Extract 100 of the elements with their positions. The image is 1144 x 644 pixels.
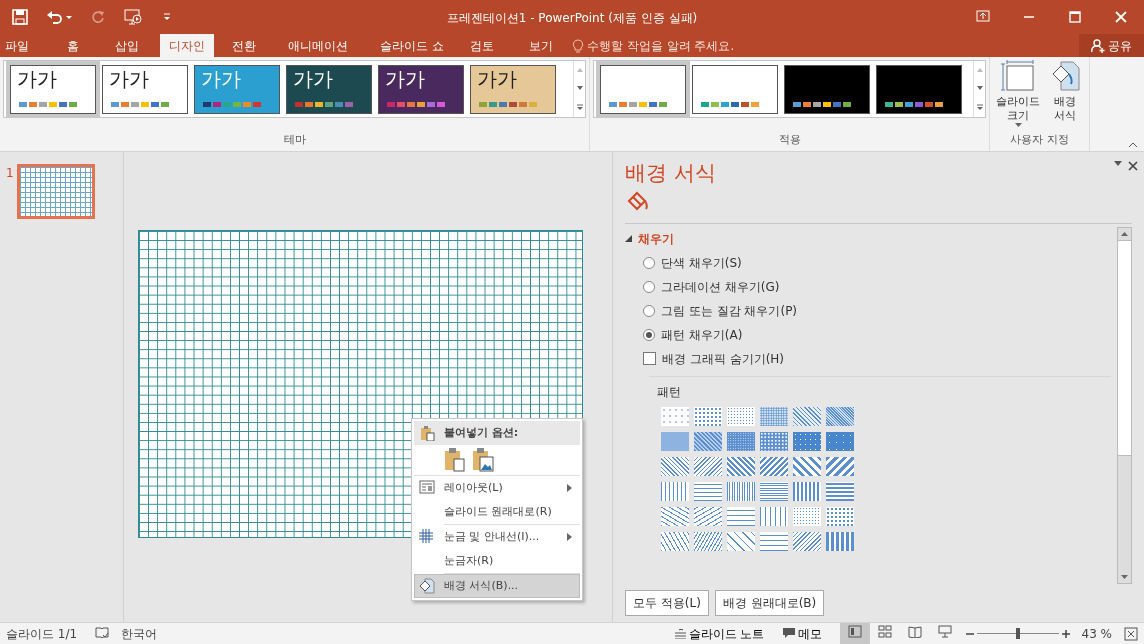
pattern-swatch[interactable] (793, 431, 821, 451)
scroll-up-icon[interactable] (575, 67, 584, 74)
notes-icon (674, 628, 686, 639)
pattern-swatch[interactable] (826, 506, 854, 526)
comments-button[interactable]: 메모 (776, 623, 828, 644)
pattern-swatch[interactable] (661, 506, 689, 526)
pattern-swatch[interactable] (793, 481, 821, 501)
presentation-icon[interactable] (937, 624, 952, 638)
more-icon[interactable] (575, 103, 584, 111)
pattern-swatch[interactable] (694, 456, 722, 476)
reset-background-button[interactable]: 모두 적용(L) (625, 590, 709, 616)
spell-check-icon[interactable] (95, 627, 110, 640)
menu-item[interactable]: 배경 서식(B)... (414, 574, 580, 598)
ribbon-tab[interactable]: 전환 (224, 34, 264, 57)
pane-options-icon[interactable] (1114, 161, 1122, 167)
radio-button[interactable] (643, 304, 655, 317)
person-add-icon (1091, 38, 1105, 53)
pattern-swatch[interactable] (661, 406, 689, 426)
menu-item[interactable]: 눈금자(R) (414, 549, 580, 573)
pattern-swatch[interactable] (727, 506, 755, 526)
pattern-swatch[interactable] (727, 531, 755, 551)
pattern-swatch[interactable] (760, 506, 788, 526)
menu-item[interactable]: 눈금 및 안내선(I)... (414, 525, 580, 549)
pattern-swatch[interactable] (760, 456, 788, 476)
scroll-down-icon[interactable] (975, 85, 984, 92)
pattern-swatch[interactable] (661, 481, 689, 501)
pattern-swatch[interactable] (826, 456, 854, 476)
pattern-swatch[interactable] (694, 506, 722, 526)
scroll-down-icon[interactable] (575, 85, 584, 92)
ribbon-tab[interactable]: 파일 (0, 34, 34, 57)
pattern-swatch[interactable] (727, 431, 755, 451)
pattern-swatch[interactable] (661, 531, 689, 551)
tell-me-field[interactable]: 수행할 작업을 알려 주세요. (587, 36, 787, 55)
menu-item[interactable]: 레이아웃(L) (414, 476, 580, 500)
undo-icon[interactable] (46, 9, 72, 25)
menu-item[interactable]: 슬라이드 원래대로(R) (414, 500, 580, 524)
scroll-up-icon[interactable] (975, 67, 984, 74)
ribbon-tab[interactable]: 디자인 (160, 34, 214, 57)
presentation-icon[interactable] (124, 9, 144, 25)
ribbon-tab[interactable]: 삽입 (104, 34, 150, 57)
pattern-swatch[interactable] (826, 431, 854, 451)
format-background-button[interactable]: 배경 서식 (1046, 60, 1083, 127)
zoom-percent[interactable]: 43 % (1081, 624, 1112, 643)
radio-button[interactable] (643, 256, 655, 269)
save-icon[interactable] (12, 9, 28, 25)
ribbon-tab[interactable]: 슬라이드 쇼 (372, 34, 452, 57)
share-button[interactable]: 공유 (1079, 34, 1144, 57)
ribbon-tab[interactable]: 애니메이션 (282, 34, 354, 57)
close-icon[interactable] (1113, 9, 1129, 25)
fit-to-window-icon[interactable] (1124, 626, 1138, 641)
slide-size-button[interactable]: 슬라이드 크기 (996, 60, 1040, 127)
pattern-swatch[interactable] (727, 406, 755, 426)
pattern-swatch[interactable] (694, 431, 722, 451)
pattern-swatch[interactable] (694, 531, 722, 551)
maximize-icon[interactable] (1067, 9, 1083, 25)
more-icon[interactable] (975, 103, 984, 111)
paint-bucket-icon[interactable] (625, 189, 649, 212)
pattern-swatch[interactable] (760, 406, 788, 426)
pattern-swatch[interactable] (760, 531, 788, 551)
scrollbar[interactable] (1117, 226, 1132, 584)
book-icon[interactable] (907, 624, 922, 638)
close-icon[interactable] (1128, 161, 1138, 171)
pattern-swatch[interactable] (793, 531, 821, 551)
pattern-swatch[interactable] (760, 481, 788, 501)
ribbon-display-icon[interactable] (975, 9, 991, 25)
pattern-swatch[interactable] (793, 456, 821, 476)
paste-picture-icon[interactable] (472, 448, 494, 472)
pattern-swatch[interactable] (694, 481, 722, 501)
paste-keep-icon[interactable] (444, 448, 466, 472)
radio-button[interactable] (643, 280, 655, 293)
normal-view-icon[interactable] (847, 624, 862, 638)
pattern-swatch[interactable] (661, 431, 689, 451)
section-header[interactable]: 채우기 (625, 229, 674, 248)
ribbon-tab[interactable]: 보기 (522, 34, 560, 57)
collapse-ribbon-icon[interactable] (1128, 142, 1138, 148)
ribbon-tab[interactable]: 홈 (56, 34, 90, 57)
pattern-swatch[interactable] (760, 431, 788, 451)
ribbon-tab[interactable]: 검토 (464, 34, 500, 57)
zoom-slider-thumb[interactable] (1015, 628, 1020, 639)
slide-count: 슬라이드 1/1 (6, 625, 78, 643)
notes-button[interactable]: 슬라이드 노트 (668, 623, 771, 644)
pattern-swatch[interactable] (727, 481, 755, 501)
pattern-swatch[interactable] (694, 406, 722, 426)
pattern-swatch[interactable] (826, 481, 854, 501)
pattern-swatch[interactable] (661, 456, 689, 476)
checkbox[interactable] (643, 352, 656, 365)
radio-button[interactable] (643, 328, 655, 341)
pattern-swatch[interactable] (793, 406, 821, 426)
redo-icon[interactable] (90, 9, 106, 25)
pattern-swatch[interactable] (826, 531, 854, 551)
customize-dropdown-icon[interactable] (162, 12, 172, 22)
zoom-in-icon[interactable] (1061, 629, 1070, 638)
window-title: 프레젠테이션1 - PowerPoint (제품 인증 실패) (446, 10, 698, 27)
pattern-swatch[interactable] (793, 506, 821, 526)
theme-sample-text: 가가 (477, 68, 517, 89)
slide-thumbnail[interactable] (16, 164, 95, 219)
pattern-swatch[interactable] (727, 456, 755, 476)
reset-background-button[interactable]: 배경 원래대로(B) (714, 590, 825, 616)
slide-sorter-icon[interactable] (877, 624, 892, 638)
pattern-swatch[interactable] (826, 406, 854, 426)
